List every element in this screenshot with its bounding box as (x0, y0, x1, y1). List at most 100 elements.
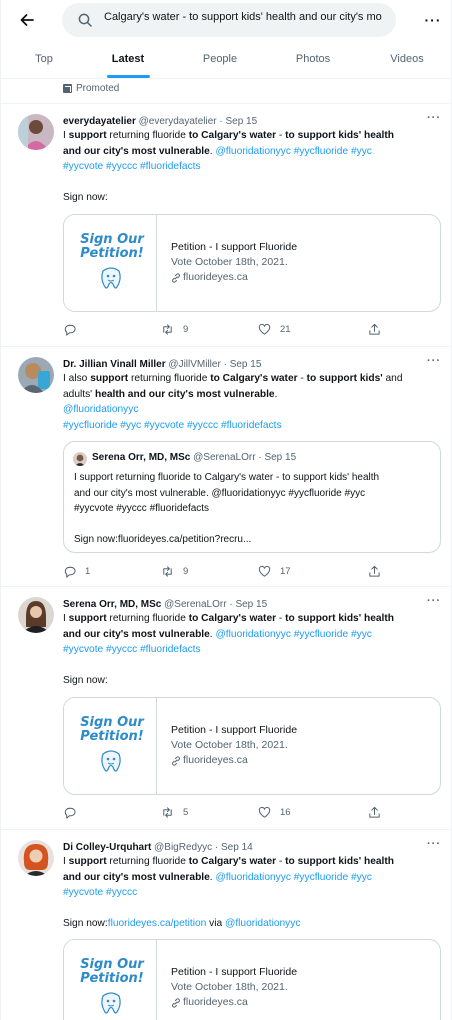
card-domain: fluorideyes.ca (171, 995, 431, 1010)
reply-count: 1 (85, 565, 91, 577)
tab-latest[interactable]: Latest (95, 40, 161, 78)
author-handle[interactable]: @BigRedyyc (154, 842, 212, 853)
tweet-text-segment: and our city's most vulnerable (63, 145, 210, 157)
retweet-button[interactable]: 9 (161, 562, 188, 580)
link-card[interactable]: Sign Our Petition! Petition - I support … (63, 214, 441, 312)
avatar[interactable] (18, 597, 54, 633)
avatar[interactable] (18, 357, 54, 393)
tweet-text: I also support returning fluoride to Cal… (63, 371, 433, 433)
hashtag-link[interactable]: @fluoridationyyc #yycfluoride #yyc (215, 146, 371, 157)
tweet[interactable]: everydayatelier @everydayatelier · Sep 1… (1, 104, 451, 346)
card-domain-text: fluorideyes.ca (183, 996, 248, 1008)
link-card[interactable]: Sign Our Petition! Petition - I support … (63, 697, 441, 795)
tweet-text-line: #yycvote #yyccc #fluoridefacts (63, 159, 433, 175)
tweet-more-button[interactable]: ··· (427, 838, 441, 850)
tweet-text-segment: - (276, 856, 286, 867)
hashtag-link[interactable]: #yycvote #yyccc (63, 887, 137, 898)
like-icon (258, 323, 271, 335)
tweet[interactable]: Di Colley-Urquhart @BigRedyyc · Sep 14 I… (1, 830, 451, 1020)
tweet[interactable]: Serena Orr, MD, MSc @SerenaLOrr · Sep 15… (1, 587, 451, 829)
link-card[interactable]: Sign Our Petition! Petition - I support … (63, 939, 441, 1020)
tweet[interactable]: Dr. Jillian Vinall Miller @JillVMiller ·… (1, 347, 451, 586)
link-icon (172, 272, 180, 283)
card-description: Vote October 18th, 2021. (171, 981, 288, 993)
more-dots-icon: ··· (424, 12, 442, 28)
back-button[interactable] (15, 8, 39, 32)
retweet-button[interactable]: 9 (161, 320, 188, 338)
tweet-text-line: #yycfluoride #yyc #yycvote #yyccc #fluor… (63, 418, 433, 434)
tweet-date[interactable]: Sep 15 (225, 116, 257, 127)
avatar[interactable] (18, 840, 54, 876)
tweet-text-segment: - (276, 130, 286, 141)
tab-top[interactable]: Top (11, 40, 77, 78)
like-button[interactable]: 17 (258, 562, 291, 580)
tab-people[interactable]: People (187, 40, 253, 78)
tweet-text-segment: to support kids' health (285, 613, 394, 624)
tweet-text-segment: . (274, 388, 278, 400)
tweet-text-segment: returning fluoride (128, 373, 211, 384)
tweet-text-segment: support (68, 856, 107, 867)
quote-line: and our city's most vulnerable. @fluorid… (74, 487, 366, 499)
petition-logo: Sign Our Petition! (80, 715, 144, 744)
tweet-text-segment: - (276, 613, 286, 624)
retweet-button[interactable]: 5 (161, 803, 188, 821)
share-button[interactable] (368, 803, 381, 821)
quote-date: Sep 15 (264, 452, 297, 463)
hashtag-link[interactable]: @fluoridationyyc #yycfluoride #yyc (215, 629, 371, 640)
hashtag-link[interactable]: #yycvote #yyccc #fluoridefacts (63, 161, 201, 172)
reply-button[interactable]: 1 (63, 562, 90, 580)
tweet-text-segment: returning fluoride (106, 130, 189, 141)
like-button[interactable]: 21 (258, 320, 291, 338)
card-description: Vote October 18th, 2021. (171, 256, 288, 268)
hashtag-link[interactable]: @fluoridationyyc (225, 918, 300, 929)
reply-button[interactable] (63, 320, 85, 338)
tweet-more-button[interactable]: ··· (427, 355, 441, 367)
hashtag-link[interactable]: @fluoridationyyc (63, 404, 138, 415)
top-bar: Calgary's water - to support kids' healt… (1, 0, 451, 40)
quote-author-name: Serena Orr, MD, MSc (92, 452, 191, 463)
tweet-more-button[interactable]: ··· (427, 112, 441, 124)
tweet-text-segment: Sign now: (63, 675, 108, 686)
author-handle[interactable]: @everydayatelier (139, 116, 217, 127)
search-box[interactable]: Calgary's water - to support kids' healt… (62, 3, 396, 37)
author-handle[interactable]: @SerenaLOrr (164, 599, 226, 610)
tweet-text-segment: to Calgary's water (188, 613, 277, 624)
tweet-text-segment: Sign now: (63, 192, 108, 203)
tweet-text-line (63, 901, 433, 917)
share-button[interactable] (368, 320, 381, 338)
author-name[interactable]: Di Colley-Urquhart (63, 842, 151, 853)
tweet-header: Serena Orr, MD, MSc @SerenaLOrr · Sep 15 (63, 599, 268, 610)
quote-avatar[interactable] (73, 452, 87, 466)
reply-button[interactable] (63, 803, 85, 821)
author-handle[interactable]: @JillVMiller (168, 359, 220, 370)
hashtag-link[interactable]: fluorideyes.ca/petition (108, 918, 207, 929)
tab-videos[interactable]: Videos (374, 40, 440, 78)
tooth-mascot-icon (101, 267, 121, 289)
card-image: Sign Our Petition! (64, 940, 157, 1020)
tab-photos[interactable]: Photos (280, 40, 346, 78)
author-name[interactable]: Serena Orr, MD, MSc (63, 599, 161, 610)
hashtag-link[interactable]: #yycfluoride #yyc #yycvote #yyccc #fluor… (63, 420, 282, 431)
tweet-text-line: I also support returning fluoride to Cal… (63, 371, 433, 387)
like-button[interactable]: 16 (258, 803, 291, 821)
hashtag-link[interactable]: @fluoridationyyc #yycfluoride #yyc (215, 872, 371, 883)
tweet-more-button[interactable]: ··· (427, 595, 441, 607)
tweet-date[interactable]: Sep 14 (221, 842, 253, 853)
more-options-button[interactable]: ··· (421, 8, 445, 32)
tweet-date[interactable]: Sep 15 (230, 359, 262, 370)
search-input[interactable]: Calgary's water - to support kids' healt… (104, 11, 389, 29)
tweet-text-line: #yycvote #yyccc #fluoridefacts (63, 642, 433, 658)
hashtag-link[interactable]: #yycvote #yyccc #fluoridefacts (63, 644, 201, 655)
reply-icon (64, 807, 76, 819)
quote-tweet[interactable]: Serena Orr, MD, MSc @SerenaLOrr · Sep 15… (63, 441, 441, 553)
share-button[interactable] (368, 562, 381, 580)
tweet-text-line (63, 175, 433, 191)
search-icon (78, 13, 92, 27)
avatar[interactable] (18, 114, 54, 150)
tweet-date[interactable]: Sep 15 (235, 599, 267, 610)
like-icon (258, 565, 271, 577)
author-name[interactable]: everydayatelier (63, 116, 136, 127)
tweet-text-line: #yycvote #yyccc (63, 885, 433, 901)
author-name[interactable]: Dr. Jillian Vinall Miller (63, 359, 166, 370)
card-domain: fluorideyes.ca (171, 270, 431, 285)
